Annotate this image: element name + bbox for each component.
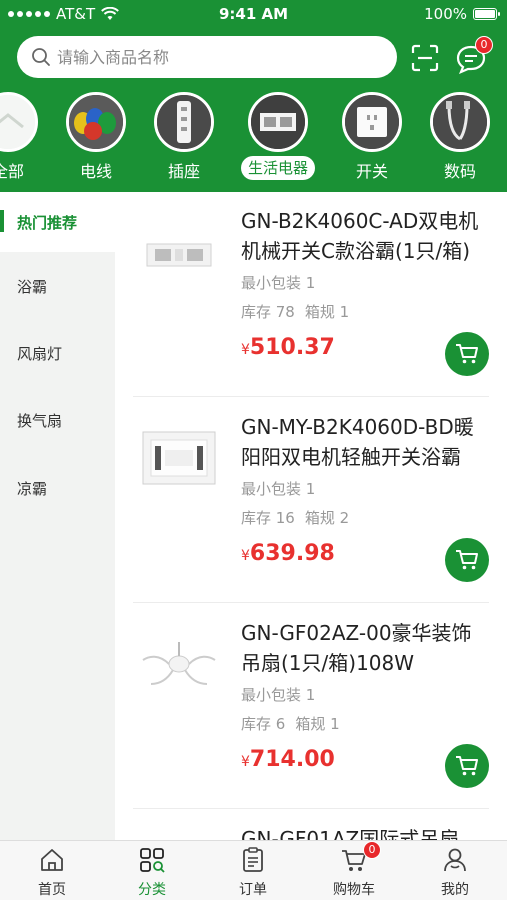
product-image — [142, 431, 216, 485]
search-icon — [32, 48, 50, 66]
product-card[interactable]: GN-MY-B2K4060D-BD暖阳阳双电机轻触开关浴霸 最小包装 1 库存 … — [115, 398, 507, 603]
category-socket[interactable]: 插座 — [154, 92, 214, 182]
product-card[interactable]: GN-GF02AZ-00豪华装饰吊扇(1只/箱)108W 最小包装 1 库存 6… — [115, 604, 507, 809]
category-all[interactable]: 全部 — [0, 92, 38, 182]
product-title: GN-MY-B2K4060D-BD暖阳阳双电机轻触开关浴霸 — [241, 415, 474, 469]
product-stock: 库存 78 箱规 1 — [241, 301, 359, 322]
product-min-pack: 最小包装 1 — [241, 686, 316, 704]
category-appliance[interactable]: 生活电器 — [241, 92, 315, 182]
category-label: 电线 — [79, 162, 112, 181]
all-icon — [0, 92, 38, 152]
product-image — [146, 243, 212, 267]
currency-symbol: ¥ — [241, 342, 250, 358]
tab-label: 购物车 — [333, 882, 375, 898]
product-image — [142, 642, 216, 685]
category-label: 全部 — [0, 162, 24, 181]
battery-icon — [473, 8, 500, 20]
spec-label: 箱规 1 — [304, 303, 350, 321]
search-bar[interactable] — [17, 36, 397, 78]
sidebar-item-ventilator[interactable]: 换气扇 — [0, 390, 115, 450]
tab-orders[interactable]: 订单 — [203, 841, 303, 900]
switch-icon — [342, 92, 402, 152]
product-min-pack: 最小包装 1 — [241, 274, 316, 292]
search-input[interactable] — [57, 36, 387, 78]
spec-label: 箱规 2 — [304, 509, 350, 527]
divider — [133, 808, 489, 809]
sidebar-item-label: 风扇灯 — [17, 344, 63, 363]
sidebar-item-label: 凉霸 — [17, 479, 48, 498]
stock-label: 库存 6 — [241, 715, 286, 733]
cart-icon — [456, 344, 478, 364]
product-min-pack: 最小包装 1 — [241, 480, 316, 498]
add-to-cart-button[interactable] — [445, 332, 489, 376]
tab-cart[interactable]: 0 购物车 — [304, 841, 404, 900]
cart-icon — [456, 756, 478, 776]
product-card[interactable]: GN-B2K4060C-AD双电机机械开关C款浴霸(1只/箱) 最小包装 1 库… — [115, 192, 507, 397]
home-icon — [41, 849, 63, 871]
product-price: ¥639.98 — [241, 541, 335, 566]
appliance-icon — [248, 92, 308, 152]
category-digital[interactable]: 数码 — [430, 92, 490, 182]
product-stock: 库存 16 箱规 2 — [241, 507, 359, 528]
status-right: 100% — [424, 5, 500, 23]
tab-label: 首页 — [38, 882, 66, 898]
tab-home[interactable]: 首页 — [2, 841, 102, 900]
currency-symbol: ¥ — [241, 548, 250, 564]
price-value: 510.37 — [249, 335, 335, 360]
product-stock: 库存 6 箱规 1 — [241, 713, 350, 734]
product-title: GN-GF01AZ国际式吊扇 — [241, 827, 460, 840]
cart-icon — [456, 550, 478, 570]
divider — [133, 396, 489, 397]
scan-icon[interactable] — [411, 44, 439, 72]
category-label: 开关 — [355, 162, 388, 181]
currency-symbol: ¥ — [241, 754, 250, 770]
message-badge: 0 — [475, 36, 493, 54]
category-icon — [140, 848, 165, 873]
category-label: 生活电器 — [241, 156, 315, 180]
tab-label: 我的 — [441, 882, 469, 898]
category-label: 插座 — [167, 162, 200, 181]
wire-icon — [66, 92, 126, 152]
stock-label: 库存 16 — [241, 509, 295, 527]
sidebar-item-label: 换气扇 — [17, 411, 63, 430]
stock-label: 库存 78 — [241, 303, 295, 321]
header: AT&T 9:41 AM 100% 0 — [0, 0, 507, 192]
product-card[interactable]: GN-GF01AZ国际式吊扇 — [115, 810, 507, 840]
tab-label: 分类 — [138, 882, 166, 898]
add-to-cart-button[interactable] — [445, 538, 489, 582]
category-label: 数码 — [443, 162, 476, 181]
tab-category[interactable]: 分类 — [102, 841, 202, 900]
socket-icon — [154, 92, 214, 152]
sidebar-item-label: 热门推荐 — [17, 213, 78, 232]
tab-label: 订单 — [239, 882, 267, 898]
battery-label: 100% — [424, 5, 467, 23]
spec-label: 箱规 1 — [295, 715, 340, 733]
price-value: 639.98 — [249, 541, 335, 566]
divider — [133, 602, 489, 603]
sidebar-item-yuba[interactable]: 浴霸 — [0, 256, 115, 316]
sidebar: 热门推荐 浴霸 风扇灯 换气扇 凉霸 — [0, 192, 115, 840]
order-icon — [243, 847, 263, 872]
product-title: GN-B2K4060C-AD双电机机械开关C款浴霸(1只/箱) — [241, 209, 479, 263]
category-switch[interactable]: 开关 — [342, 92, 402, 182]
price-value: 714.00 — [249, 747, 335, 772]
profile-icon — [444, 848, 466, 872]
sidebar-item-label: 浴霸 — [17, 277, 48, 296]
status-bar: AT&T 9:41 AM 100% — [0, 0, 507, 28]
tab-bar: 首页 分类 订单 0 购物车 我的 — [0, 840, 507, 900]
product-title: GN-GF02AZ-00豪华装饰吊扇(1只/箱)108W — [241, 621, 472, 675]
cart-badge: 0 — [363, 841, 381, 859]
tab-profile[interactable]: 我的 — [405, 841, 505, 900]
digital-icon — [430, 92, 490, 152]
sidebar-item-cooler[interactable]: 凉霸 — [0, 458, 115, 518]
add-to-cart-button[interactable] — [445, 744, 489, 788]
product-price: ¥510.37 — [241, 335, 335, 360]
product-price: ¥714.00 — [241, 747, 335, 772]
sidebar-item-hot[interactable]: 热门推荐 — [0, 192, 115, 252]
sidebar-item-fan-light[interactable]: 风扇灯 — [0, 323, 115, 383]
category-wire[interactable]: 电线 — [66, 92, 126, 182]
